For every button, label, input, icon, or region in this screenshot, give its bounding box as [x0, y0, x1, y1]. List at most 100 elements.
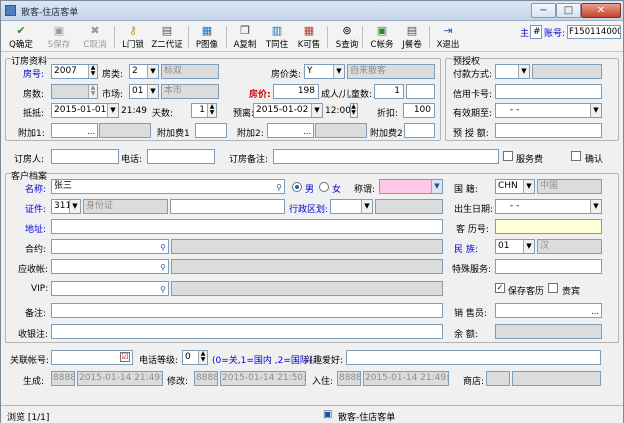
save-button[interactable]: ▣ S保存: [41, 23, 77, 51]
chevron-down-icon[interactable]: ▼: [590, 200, 601, 213]
search-icon[interactable]: ⚲: [160, 283, 166, 295]
birthdate-field[interactable]: - - ▼: [495, 199, 602, 214]
region-label: 行政区划:: [289, 205, 329, 215]
close-button[interactable]: ✕: [581, 3, 621, 18]
room-no-field[interactable]: 2007 ▲ ▼: [51, 64, 98, 79]
price-field[interactable]: 198: [273, 84, 319, 99]
id-number-field[interactable]: [170, 199, 285, 214]
departure-date-field[interactable]: 2015-01-02 ▼: [253, 103, 323, 118]
copy-button[interactable]: ❐ A复制: [227, 23, 263, 51]
window-title: 散客-住店客单: [21, 8, 79, 18]
arrival-time[interactable]: 21:49: [121, 106, 147, 116]
adults-field[interactable]: 1: [374, 84, 404, 99]
spinner-icon[interactable]: ▲ ▼: [88, 65, 97, 78]
extra1-field[interactable]: ...: [51, 123, 98, 138]
meal-voucher-button[interactable]: ▤ J餐卷: [394, 23, 430, 51]
confirm-checkbox[interactable]: [571, 151, 581, 161]
guest-name-field[interactable]: 张三 ⚲: [51, 179, 285, 194]
salesperson-field[interactable]: ...: [495, 303, 602, 318]
search-icon[interactable]: ⚲: [160, 261, 166, 273]
contract-field[interactable]: ⚲: [51, 239, 169, 254]
salutation-select[interactable]: ▼: [379, 179, 443, 194]
chevron-down-icon[interactable]: ▼: [523, 180, 534, 193]
vip-label: VIP:: [31, 284, 49, 294]
fee1-field[interactable]: [195, 123, 227, 138]
card-no-field[interactable]: [495, 84, 602, 99]
fee2-field[interactable]: [404, 123, 435, 138]
phone-field[interactable]: [147, 149, 215, 164]
vip-guest-checkbox[interactable]: [548, 283, 558, 293]
ledger-icon: ▣: [376, 24, 388, 37]
female-radio[interactable]: [319, 182, 329, 192]
spinner-icon[interactable]: ▲ ▼: [88, 85, 97, 98]
arrival-date-field[interactable]: 2015-01-01 ▼: [51, 103, 119, 118]
extra2-label: 附加2:: [237, 129, 264, 139]
spinner-icon[interactable]: ▲ ▼: [351, 104, 357, 117]
spinner-icon[interactable]: ▲ ▼: [207, 104, 216, 117]
chevron-down-icon[interactable]: ▼: [333, 65, 344, 78]
chevron-down-icon[interactable]: ▼: [590, 104, 601, 117]
children-field[interactable]: [406, 84, 435, 99]
query-button[interactable]: ⊚ S查询: [329, 23, 365, 51]
guest-history-field[interactable]: [495, 219, 602, 234]
checkbox-icon[interactable]: ☑: [120, 352, 130, 362]
room-type-select[interactable]: 2 ▼: [129, 64, 159, 79]
days-field[interactable]: 1 ▲ ▼: [191, 103, 217, 118]
expiry-field[interactable]: - - ▼: [495, 103, 602, 118]
cashier-note-field[interactable]: [51, 324, 443, 339]
search-icon[interactable]: ⚲: [276, 181, 282, 193]
chevron-down-icon[interactable]: ▼: [523, 240, 534, 253]
rooms-count-field[interactable]: 1▲▼: [51, 84, 98, 99]
receivable-field[interactable]: ⚲: [51, 259, 169, 274]
departure-label: 预离:: [233, 109, 255, 119]
master-flag[interactable]: #: [530, 25, 542, 39]
search-icon[interactable]: ⚲: [160, 241, 166, 253]
time-spinner[interactable]: ▲ ▼: [350, 103, 358, 118]
market-name: 本市: [161, 84, 219, 99]
chevron-down-icon[interactable]: ▼: [431, 180, 442, 193]
special-service-field[interactable]: [495, 259, 602, 274]
nationality-select[interactable]: CHN ▼: [495, 179, 535, 194]
extra2-field[interactable]: ...: [267, 123, 314, 138]
chevron-down-icon[interactable]: ▼: [361, 200, 372, 213]
keep-history-checkbox[interactable]: ✓: [495, 283, 505, 293]
photo-button[interactable]: ▦ P图像: [189, 23, 225, 51]
chevron-down-icon[interactable]: ▼: [518, 65, 529, 78]
spinner-icon[interactable]: ▲ ▼: [198, 351, 207, 364]
chevron-down-icon[interactable]: ▼: [147, 85, 158, 98]
booking-note-field[interactable]: [273, 149, 499, 164]
chevron-down-icon[interactable]: ▼: [69, 200, 80, 213]
pay-method-select[interactable]: ▼: [495, 64, 530, 79]
service-fee-checkbox[interactable]: [503, 151, 513, 161]
market-select[interactable]: 01 ▼: [129, 84, 159, 99]
ethnic-select[interactable]: 01 ▼: [495, 239, 535, 254]
confirm-button[interactable]: ✔ Q确定: [3, 23, 39, 51]
departure-time[interactable]: 12:00: [325, 106, 351, 116]
chevron-down-icon[interactable]: ▼: [147, 65, 158, 78]
vip-field[interactable]: ⚲: [51, 281, 169, 296]
maximize-button[interactable]: □: [556, 3, 581, 18]
region-select[interactable]: ▼: [330, 199, 373, 214]
exit-button[interactable]: ⇥ X退出: [430, 23, 466, 51]
id-type-select[interactable]: 311 ▼: [51, 199, 81, 214]
address-field[interactable]: [51, 219, 443, 234]
linked-account-field[interactable]: ☑: [51, 350, 133, 365]
calendar-dropdown-icon[interactable]: ▼: [311, 104, 322, 117]
door-lock-button[interactable]: ⚷ L门锁: [115, 23, 151, 51]
cohabit-button[interactable]: ▥ T同住: [259, 23, 295, 51]
remark-field[interactable]: [51, 303, 443, 318]
cancel-button[interactable]: ✖ C取消: [77, 23, 113, 51]
male-radio[interactable]: [292, 182, 302, 192]
available-button[interactable]: ▦ K可售: [291, 23, 327, 51]
calendar-dropdown-icon[interactable]: ▼: [107, 104, 118, 117]
id-card-button[interactable]: ▤ Z二代证: [149, 23, 185, 51]
created-by: 8888: [51, 371, 75, 386]
hobby-field[interactable]: [346, 350, 601, 365]
minimize-button[interactable]: −: [531, 3, 556, 18]
account-no-field[interactable]: F150114000: [567, 25, 621, 39]
booker-field[interactable]: [51, 149, 119, 164]
preauth-amount-field[interactable]: [495, 123, 602, 138]
discount-field[interactable]: 100: [403, 103, 435, 118]
price-type-select[interactable]: Y ▼: [304, 64, 345, 79]
phone-level-field[interactable]: 0 ▲ ▼: [182, 350, 208, 365]
